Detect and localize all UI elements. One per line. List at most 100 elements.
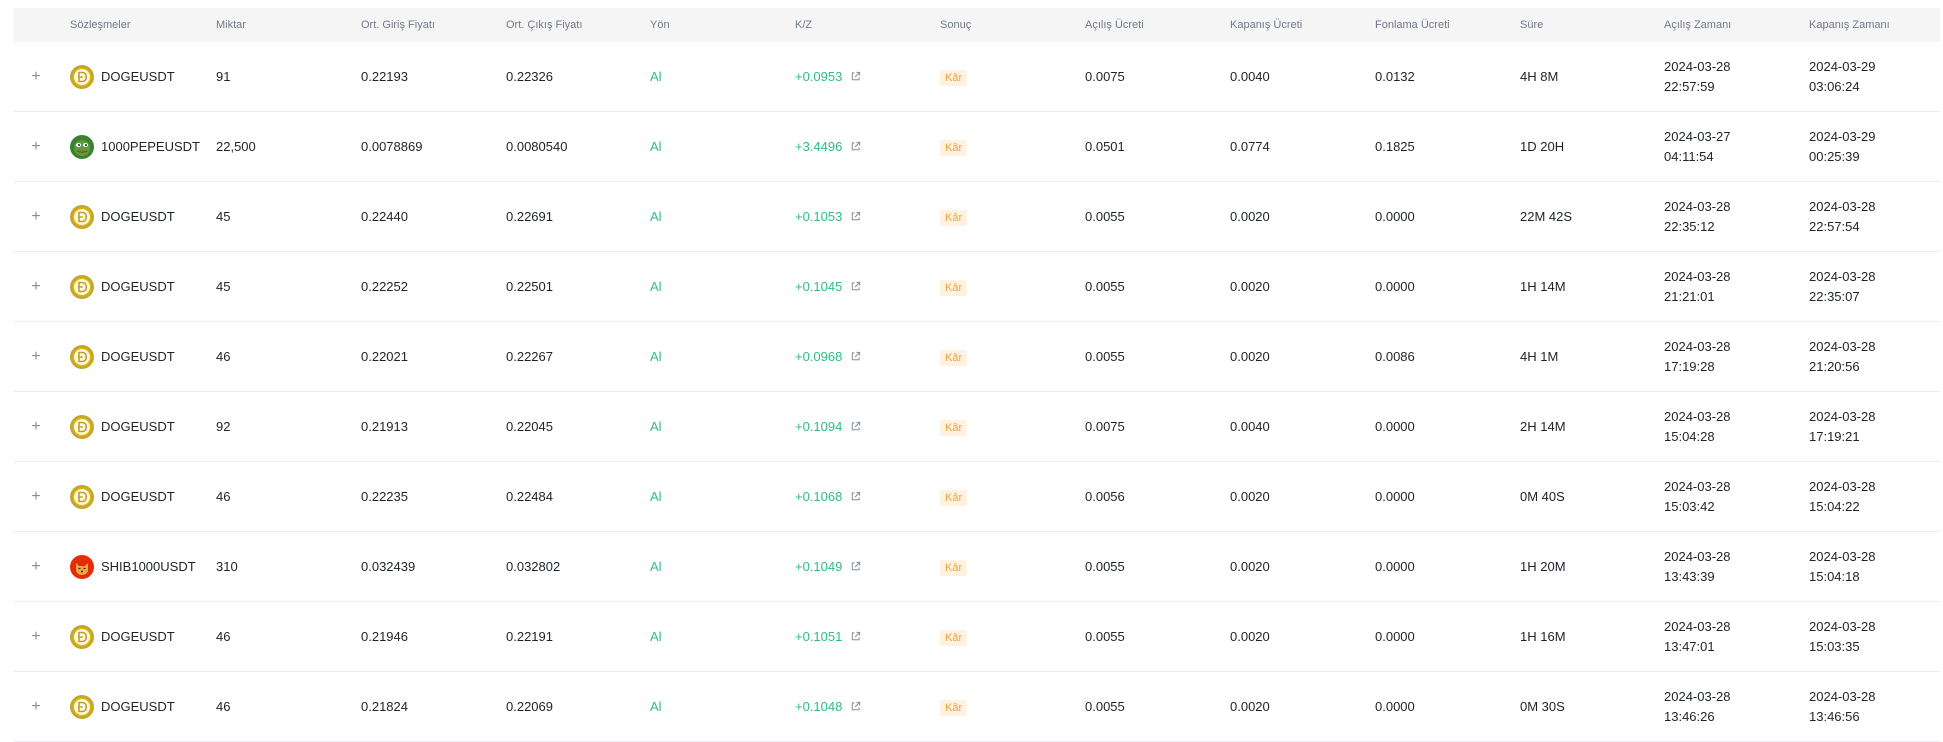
open-time-cell: 2024-03-28 21:21:01 [1664, 267, 1731, 307]
funding-fee-cell: 0.0000 [1375, 209, 1415, 224]
result-badge: Kâr [940, 210, 968, 226]
doge-coin-icon [70, 344, 94, 369]
contract-cell[interactable]: DOGEUSDT [70, 484, 175, 509]
expand-row-button[interactable]: + [14, 68, 58, 85]
header-pnl: K/Z [795, 19, 813, 31]
contract-cell[interactable]: DOGEUSDT [70, 274, 175, 299]
expand-row-button[interactable]: + [14, 698, 58, 715]
contract-symbol: DOGEUSDT [101, 699, 175, 714]
contract-cell[interactable]: DOGEUSDT [70, 64, 175, 89]
external-link-icon[interactable] [850, 71, 861, 82]
external-link-icon[interactable] [850, 211, 861, 222]
close-time-cell: 2024-03-28 15:04:18 [1809, 547, 1876, 587]
close-fee-cell: 0.0020 [1230, 489, 1270, 504]
close-date: 2024-03-28 [1809, 338, 1876, 354]
close-clock: 15:04:22 [1809, 498, 1860, 514]
side-cell: Al [650, 559, 662, 574]
expand-row-button[interactable]: + [14, 138, 58, 155]
expand-row-button[interactable]: + [14, 488, 58, 505]
contract-cell[interactable]: 1000PEPEUSDT [70, 134, 200, 159]
avg-entry-cell: 0.21946 [361, 629, 408, 644]
avg-entry-cell: 0.22252 [361, 279, 408, 294]
avg-exit-cell: 0.22191 [506, 629, 553, 644]
table-row: + DOGEUSDT 46 0.22235 0.22484 Al +0.1068… [14, 462, 1940, 532]
header-result: Sonuç [940, 19, 972, 31]
close-clock: 15:04:18 [1809, 568, 1860, 584]
external-link-icon[interactable] [850, 491, 861, 502]
avg-exit-cell: 0.22045 [506, 419, 553, 434]
open-date: 2024-03-28 [1664, 58, 1731, 74]
close-clock: 21:20:56 [1809, 358, 1860, 374]
close-time-cell: 2024-03-28 15:03:35 [1809, 617, 1876, 657]
expand-row-button[interactable]: + [14, 628, 58, 645]
avg-exit-cell: 0.0080540 [506, 139, 568, 154]
header-duration: Süre [1520, 19, 1544, 31]
table-row: + DOGEUSDT 92 0.21913 0.22045 Al +0.1094… [14, 392, 1940, 462]
contract-cell[interactable]: DOGEUSDT [70, 624, 175, 649]
contract-cell[interactable]: SHIB1000USDT [70, 554, 196, 579]
close-time-cell: 2024-03-28 13:46:56 [1809, 687, 1876, 727]
expand-row-button[interactable]: + [14, 348, 58, 365]
open-fee-cell: 0.0055 [1085, 629, 1125, 644]
external-link-icon[interactable] [850, 421, 861, 432]
duration-cell: 4H 1M [1520, 349, 1559, 364]
close-clock: 03:06:24 [1809, 78, 1860, 94]
close-clock: 17:19:21 [1809, 428, 1860, 444]
funding-fee-cell: 0.0086 [1375, 349, 1415, 364]
funding-fee-cell: 0.0000 [1375, 489, 1415, 504]
pnl-cell: +0.0953 [795, 69, 861, 84]
side-cell: Al [650, 279, 662, 294]
result-badge: Kâr [940, 280, 968, 296]
pepe-coin-icon [70, 134, 94, 159]
table-body: + DOGEUSDT 91 0.22193 0.22326 Al +0.0953… [14, 42, 1940, 742]
table-row: + SHIB1000USDT 310 0.032439 0.032802 Al … [14, 532, 1940, 602]
expand-row-button[interactable]: + [14, 558, 58, 575]
pnl-cell: +3.4496 [795, 139, 861, 154]
contract-symbol: SHIB1000USDT [101, 559, 196, 574]
side-cell: Al [650, 209, 662, 224]
external-link-icon[interactable] [850, 631, 861, 642]
pnl-value: +0.1068 [795, 489, 843, 504]
contract-cell[interactable]: DOGEUSDT [70, 414, 175, 439]
doge-coin-icon [70, 624, 94, 649]
expand-row-button[interactable]: + [14, 278, 58, 295]
avg-entry-cell: 0.0078869 [361, 139, 423, 154]
close-time-cell: 2024-03-28 17:19:21 [1809, 407, 1876, 447]
amount-cell: 45 [216, 209, 231, 224]
close-fee-cell: 0.0020 [1230, 559, 1270, 574]
open-clock: 17:19:28 [1664, 358, 1715, 374]
pnl-value: +0.1048 [795, 699, 843, 714]
expand-row-button[interactable]: + [14, 418, 58, 435]
contract-cell[interactable]: DOGEUSDT [70, 694, 175, 719]
pnl-cell: +0.1068 [795, 489, 861, 504]
doge-coin-icon [70, 694, 94, 719]
expand-row-button[interactable]: + [14, 208, 58, 225]
avg-entry-cell: 0.22235 [361, 489, 408, 504]
external-link-icon[interactable] [850, 281, 861, 292]
shib-coin-icon [70, 554, 94, 579]
amount-cell: 45 [216, 279, 231, 294]
contract-cell[interactable]: DOGEUSDT [70, 204, 175, 229]
external-link-icon[interactable] [850, 351, 861, 362]
funding-fee-cell: 0.0000 [1375, 559, 1415, 574]
external-link-icon[interactable] [850, 561, 861, 572]
pnl-cell: +0.1051 [795, 629, 861, 644]
pnl-cell: +0.1049 [795, 559, 861, 574]
contract-cell[interactable]: DOGEUSDT [70, 344, 175, 369]
header-avg-entry: Ort. Giriş Fiyatı [361, 19, 435, 31]
avg-exit-cell: 0.22326 [506, 69, 553, 84]
header-close-fee: Kapanış Ücreti [1230, 19, 1303, 31]
open-clock: 13:43:39 [1664, 568, 1715, 584]
close-clock: 13:46:56 [1809, 708, 1860, 724]
result-cell: Kâr [940, 699, 968, 716]
table-row: + DOGEUSDT 46 0.22021 0.22267 Al +0.0968… [14, 322, 1940, 392]
amount-cell: 46 [216, 629, 231, 644]
closed-positions-table: Sözleşmeler Miktar Ort. Giriş Fiyatı Ort… [14, 8, 1940, 742]
external-link-icon[interactable] [850, 701, 861, 712]
external-link-icon[interactable] [850, 141, 861, 152]
open-fee-cell: 0.0056 [1085, 489, 1125, 504]
open-fee-cell: 0.0055 [1085, 279, 1125, 294]
open-fee-cell: 0.0075 [1085, 419, 1125, 434]
open-fee-cell: 0.0055 [1085, 559, 1125, 574]
duration-cell: 1D 20H [1520, 139, 1565, 154]
